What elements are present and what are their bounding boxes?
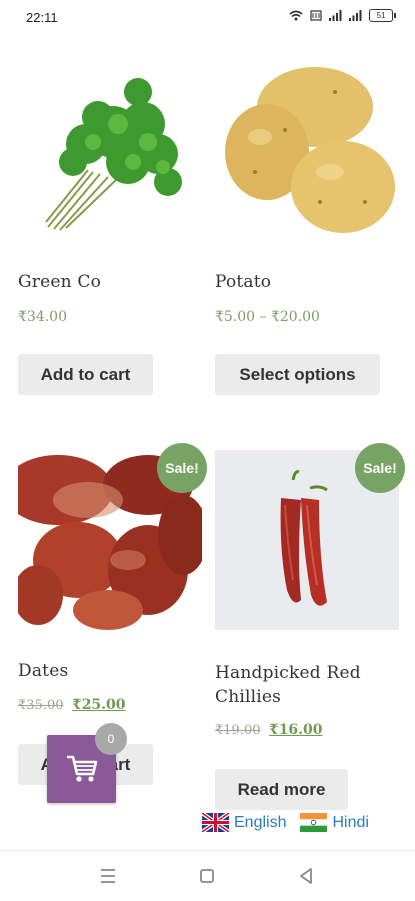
- signal-icon: [329, 10, 342, 21]
- product-card-green-co[interactable]: Green Co ₹34.00 Add to cart: [18, 62, 202, 402]
- india-flag-icon: [300, 813, 328, 832]
- language-english[interactable]: English: [202, 813, 286, 832]
- signal-icon-2: [349, 10, 362, 21]
- wifi-icon: [289, 10, 303, 21]
- product-name[interactable]: Dates: [18, 659, 68, 683]
- recent-apps-icon[interactable]: [98, 866, 118, 886]
- product-card-red-chillies[interactable]: Sale! Handpicked Red Chillies ₹19.00 ₹16…: [215, 443, 405, 815]
- old-price: ₹35.00: [18, 698, 64, 713]
- potato-image: [215, 62, 399, 242]
- sale-badge: Sale!: [355, 443, 405, 493]
- cart-count-badge: 0: [95, 723, 127, 755]
- uk-flag-icon: [202, 813, 229, 832]
- old-price: ₹19.00: [215, 723, 261, 738]
- select-options-button[interactable]: Select options: [215, 354, 380, 395]
- product-card-potato[interactable]: Potato ₹5.00 – ₹20.00 Select options: [215, 62, 399, 402]
- read-more-button[interactable]: Read more: [215, 769, 348, 810]
- language-label[interactable]: Hindi: [332, 814, 368, 832]
- add-to-cart-button[interactable]: Add to cart: [18, 354, 153, 395]
- sale-price: ₹16.00: [268, 722, 323, 738]
- status-time: 22:11: [26, 10, 58, 25]
- volte-icon: [310, 10, 322, 21]
- shopping-cart-icon: [66, 755, 97, 782]
- home-icon[interactable]: [197, 866, 217, 886]
- language-hindi[interactable]: Hindi: [300, 813, 369, 832]
- coriander-image: [18, 62, 202, 242]
- product-price: ₹35.00 ₹25.00: [18, 697, 126, 713]
- product-image-potato[interactable]: [215, 62, 399, 242]
- system-nav-bar: [0, 850, 415, 901]
- back-icon[interactable]: [296, 866, 316, 886]
- product-price: ₹5.00 – ₹20.00: [215, 309, 320, 325]
- battery-icon: 51: [369, 9, 396, 22]
- sale-badge: Sale!: [157, 443, 207, 493]
- product-image-coriander[interactable]: [18, 62, 202, 242]
- sale-price: ₹25.00: [71, 697, 126, 713]
- product-price: ₹19.00 ₹16.00: [215, 722, 323, 738]
- language-label[interactable]: English: [234, 814, 286, 832]
- product-name[interactable]: Green Co: [18, 270, 101, 294]
- product-price: ₹34.00: [18, 309, 67, 325]
- product-name[interactable]: Handpicked Red Chillies: [215, 661, 390, 709]
- status-bar: 22:11 51: [0, 0, 415, 36]
- language-switcher: English Hindi: [202, 813, 369, 832]
- status-icons: 51: [289, 9, 396, 22]
- product-name[interactable]: Potato: [215, 270, 271, 294]
